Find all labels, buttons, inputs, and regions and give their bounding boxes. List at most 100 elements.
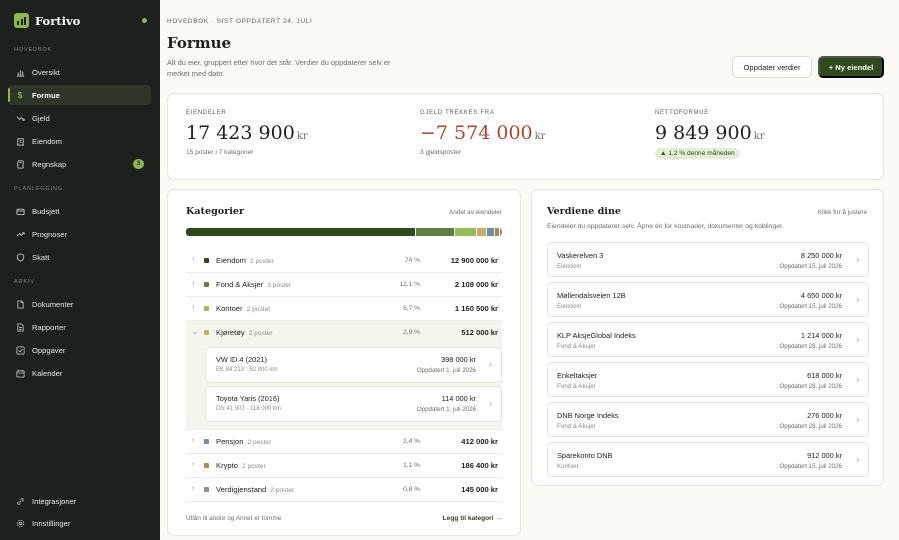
sidebar-item-label: Regnskap [32,159,67,169]
debt-value: −7 574 000 [420,122,533,144]
asset-value: 398 000 kr [441,355,476,364]
category-value: 1 160 500 kr [454,304,498,313]
card-title: Verdiene dine [547,206,622,217]
document-icon [15,299,25,309]
card-aside: Klikk for å justere [817,209,867,216]
value-name: DNB Norge Indeks [557,411,619,420]
net-worth-stat: NETTOFORMUE 9 849 900 kr ▲ 1,2 % denne må… [655,110,765,159]
sidebar-item-oversikt[interactable]: Oversikt [8,62,151,82]
wallet-icon [15,206,25,216]
category-row-pensjon[interactable]: › Pensjon 2 poster 2,4 % 412 000 kr [186,430,502,454]
currency-unit: kr [534,131,546,142]
brand[interactable]: Fortivo [14,13,80,28]
notification-badge: 3 [133,159,144,169]
category-value: 512 000 kr [461,328,498,337]
sidebar: Fortivo HOVEDBOK Oversikt $ Formue Gjeld… [0,0,160,540]
value-category: Kontoer [557,463,579,470]
calculator-icon [15,159,25,169]
value-amount: 8 250 000 kr [800,251,842,260]
category-swatch [204,330,209,335]
sidebar-item-skatt[interactable]: Skatt [8,247,151,267]
value-item[interactable]: Møllendalsveien 12B Eiendom 4 650 000 kr… [547,282,869,317]
sidebar-item-label: Oppgaver [32,345,66,355]
sidebar-item-label: Budsjett [32,206,60,216]
stat-label: EIENDELER [186,110,227,116]
sidebar-item-rapporter[interactable]: Rapporter [8,317,151,337]
value-updated: Oppdatert 28. juli 2026 [779,423,842,430]
value-amount: 1 214 000 kr [800,331,842,340]
value-item[interactable]: Enkeltaksjer Fond & Aksjer 618 000 kr Op… [547,362,869,397]
checkbox-icon [15,345,25,355]
category-percent: 12,1 % [399,281,420,288]
assets-stat: EIENDELER 17 423 900 kr 15 poster i 7 kat… [186,110,308,156]
building-icon [15,136,25,146]
stat-value: −7 574 000 kr [420,122,545,144]
chevron-down-icon: ⌄ [192,329,198,336]
category-name: Pensjon 2 poster [216,437,272,446]
category-swatch [204,258,209,263]
new-asset-button[interactable]: + Ny eiendel [818,56,884,78]
currency-unit: kr [753,131,765,142]
summary-card: EIENDELER 17 423 900 kr 15 poster i 7 kat… [167,93,884,180]
asset-item-vw-id4[interactable]: VW ID.4 (2021) EK 84 213 · 62 000 km 398… [205,347,502,383]
category-row-fond-aksjer[interactable]: › Fond & Aksjer 3 poster 12,1 % 2 108 000… [186,273,502,297]
value-updated: Oppdatert 28. juli 2026 [779,383,842,390]
value-category: Fond & Aksjer [557,383,596,390]
sidebar-item-integrasjoner[interactable]: Integrasjoner [8,491,151,511]
value-item[interactable]: DNB Norge Indeks Fond & Aksjer 276 000 k… [547,402,869,437]
allocation-segment [186,228,416,236]
value-updated: Oppdatert 15. juli 2026 [779,303,842,310]
asset-meta: DN 41 902 · 118 000 km [216,406,281,412]
chevron-right-icon: › [192,461,195,468]
value-name: Enkeltaksjer [557,371,598,380]
value-category: Eiendom [557,263,582,270]
sidebar-item-gjeld[interactable]: Gjeld [8,108,151,128]
sidebar-item-kalender[interactable]: Kalender [8,363,151,383]
value-name: Møllendalsveien 12B [557,291,626,300]
value-name: KLP AksjeGlobal Indeks [557,331,636,340]
section-label-arkiv: ARKIV [14,279,35,285]
categories-card: Kategorier Andel av eiendeler › Eiendom 2… [167,189,521,536]
allocation-segment [486,228,495,236]
sidebar-item-prognoser[interactable]: Prognoser [8,224,151,244]
chevron-right-icon: › [856,374,859,384]
category-row-kontoer[interactable]: › Kontoer 2 poster 6,7 % 1 160 500 kr [186,297,502,321]
add-category-link[interactable]: Legg til kategori → [443,515,502,522]
category-row-eiendom[interactable]: › Eiendom 2 poster 74 % 12 900 000 kr [186,249,502,273]
sidebar-item-budsjett[interactable]: Budsjett [8,201,151,221]
stat-note: 15 poster i 7 kategorier [186,149,254,156]
category-percent: 2,4 % [403,438,420,445]
asset-item-toyota-yaris[interactable]: Toyota Yaris (2016) DN 41 902 · 118 000 … [205,386,502,422]
debt-stat: GJELD TREKKES FRA −7 574 000 kr 3 gjeldsp… [420,110,545,156]
sidebar-item-formue[interactable]: $ Formue [8,85,151,105]
sidebar-item-dokumenter[interactable]: Dokumenter [8,294,151,314]
allocation-bar [186,228,502,236]
report-icon [15,322,25,332]
value-updated: Oppdatert 15. juli 2026 [779,463,842,470]
category-row-verdigjenstand[interactable]: › Verdigjenstand 2 poster 0,8 % 145 000 k… [186,478,502,502]
value-item[interactable]: Vaskerelven 3 Eiendom 8 250 000 kr Oppda… [547,242,869,277]
card-title: Kategorier [186,206,245,217]
update-values-button[interactable]: Oppdater verdier [732,56,812,78]
app-name: Fortivo [35,13,81,28]
category-row-krypto[interactable]: › Krypto 2 poster 1,1 % 186 400 kr [186,454,502,478]
sidebar-item-innstillinger[interactable]: Innstillinger [8,513,151,533]
sidebar-item-label: Oversikt [32,67,60,77]
sidebar-item-oppgaver[interactable]: Oppgaver [8,340,151,360]
value-amount: 618 000 kr [807,371,842,380]
category-swatch [204,282,209,287]
chevron-right-icon: › [192,280,195,287]
stat-label: NETTOFORMUE [655,110,709,116]
value-item[interactable]: Sparekonto DNB Kontoer 912 000 kr Oppdat… [547,442,869,477]
value-item[interactable]: KLP AksjeGlobal Indeks Fond & Aksjer 1 2… [547,322,869,357]
sidebar-item-eiendom[interactable]: Eiendom [8,131,151,151]
trend-up-icon [15,229,25,239]
category-name: Eiendom 2 poster [216,256,274,265]
chevron-right-icon: › [856,254,859,264]
asset-name: Toyota Yaris (2016) [216,394,280,403]
sidebar-item-label: Eiendom [32,136,62,146]
bar-chart-icon [15,67,25,77]
link-icon [15,496,25,506]
value-name: Sparekonto DNB [557,451,613,460]
sidebar-item-regnskap[interactable]: Regnskap 3 [8,154,151,174]
